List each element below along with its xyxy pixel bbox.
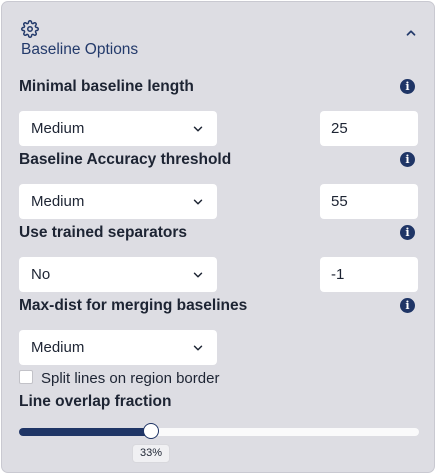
overlap-slider-fill: [19, 428, 151, 436]
min-length-select[interactable]: Medium: [19, 111, 217, 146]
max-dist-select[interactable]: Medium: [19, 330, 217, 365]
accuracy-select-value: Medium: [31, 193, 85, 210]
info-icon[interactable]: i: [400, 225, 415, 240]
separators-number-input[interactable]: [320, 257, 418, 292]
chevron-down-icon: [191, 195, 205, 209]
max-dist-label: Max-dist for merging baselines: [19, 297, 248, 314]
chevron-down-icon: [191, 268, 205, 282]
accuracy-number-input[interactable]: [320, 184, 418, 219]
overlap-label: Line overlap fraction: [19, 393, 172, 410]
info-icon[interactable]: i: [400, 79, 415, 94]
separators-select-value: No: [31, 266, 51, 283]
overlap-slider-track[interactable]: [19, 428, 419, 436]
min-length-select-value: Medium: [31, 120, 85, 137]
min-length-number-input[interactable]: [320, 111, 418, 146]
split-lines-label[interactable]: Split lines on region border: [41, 370, 219, 387]
overlap-value-tooltip: 33%: [132, 444, 170, 463]
split-lines-checkbox[interactable]: [19, 370, 33, 384]
min-length-label: Minimal baseline length: [19, 78, 194, 95]
gear-icon: [21, 20, 39, 38]
info-icon[interactable]: i: [400, 298, 415, 313]
max-dist-select-value: Medium: [31, 339, 85, 356]
chevron-up-icon[interactable]: [404, 26, 418, 40]
info-icon[interactable]: i: [400, 152, 415, 167]
panel-title: Baseline Options: [21, 41, 139, 58]
overlap-slider-thumb[interactable]: [143, 423, 159, 439]
chevron-down-icon: [191, 122, 205, 136]
separators-select[interactable]: No: [19, 257, 217, 292]
chevron-down-icon: [191, 341, 205, 355]
accuracy-label: Baseline Accuracy threshold: [19, 151, 232, 168]
accuracy-select[interactable]: Medium: [19, 184, 217, 219]
separators-label: Use trained separators: [19, 224, 187, 241]
